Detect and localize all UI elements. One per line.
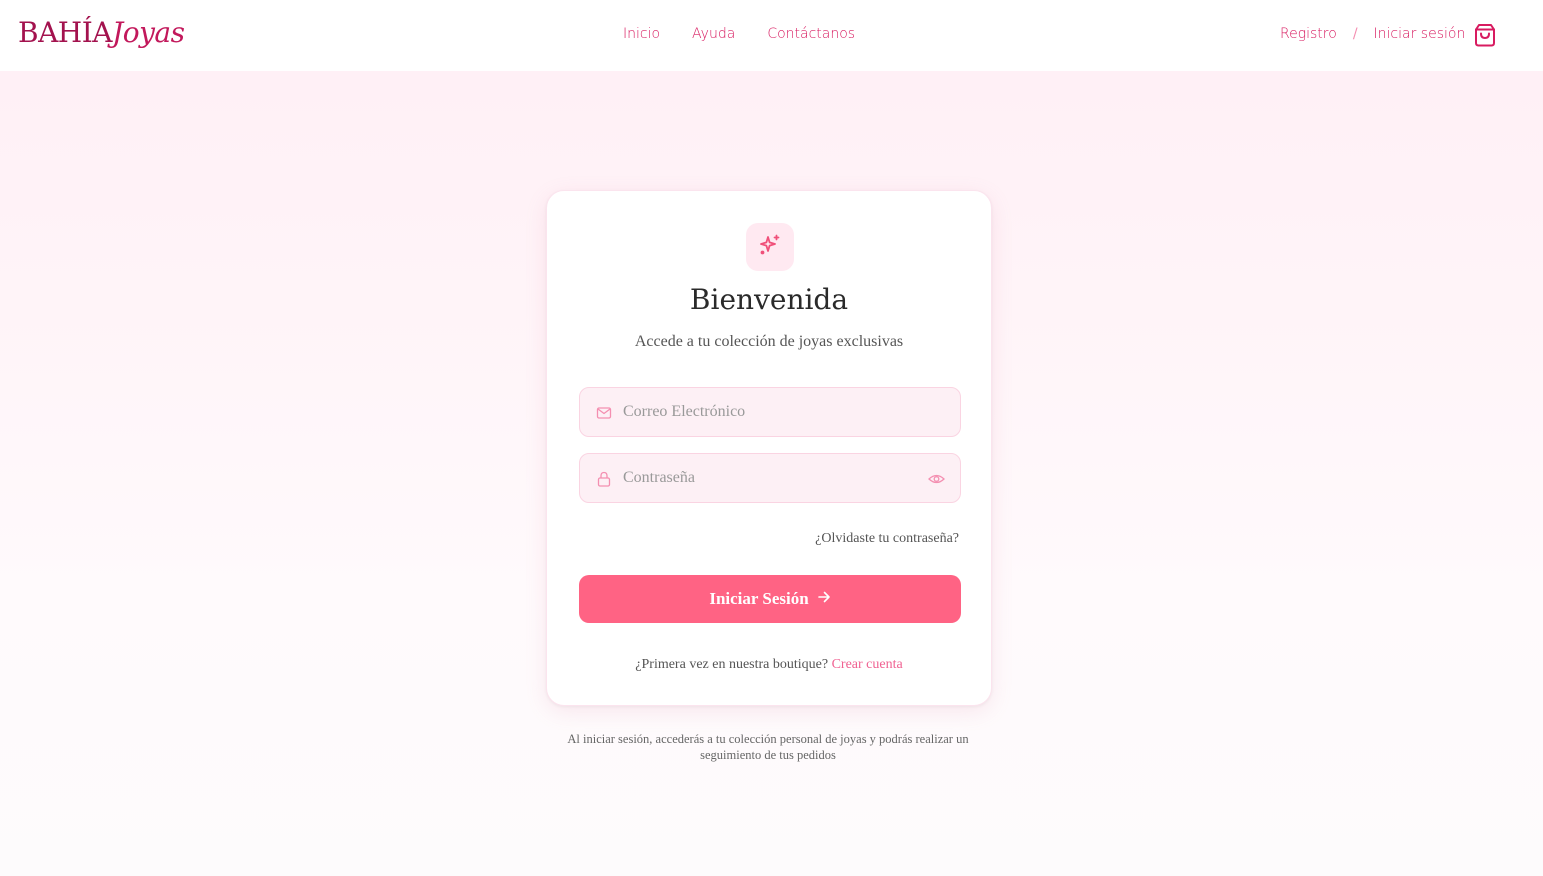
arrow-right-icon (817, 589, 831, 609)
register-link[interactable]: Registro (1280, 26, 1337, 42)
signup-prompt: ¿Primera vez en nuestra boutique? (635, 657, 829, 672)
login-footnote: Al iniciar sesión, accederás a tu colecc… (567, 732, 969, 762)
main-nav: Inicio Ayuda Contáctanos (623, 26, 855, 42)
login-card: Bienvenida Accede a tu colección de joya… (546, 190, 992, 706)
submit-label: Iniciar Sesión (709, 589, 809, 608)
logo-primary-text: BAHÍA (18, 16, 113, 49)
sparkles-badge (746, 223, 794, 271)
nav-link-ayuda[interactable]: Ayuda (692, 26, 735, 42)
sparkles-icon (758, 233, 782, 262)
top-navbar: BAHÍAJoyas Inicio Ayuda Contáctanos Regi… (0, 0, 1543, 71)
welcome-title: Bienvenida (689, 283, 849, 316)
nav-link-contactanos[interactable]: Contáctanos (767, 26, 855, 42)
email-field (579, 387, 961, 437)
login-link[interactable]: Iniciar sesión (1374, 26, 1466, 42)
welcome-subtitle: Accede a tu colección de joyas exclusiva… (634, 333, 904, 350)
auth-links: Registro / Iniciar sesión (1280, 26, 1465, 42)
nav-link-inicio[interactable]: Inicio (623, 26, 660, 42)
create-account-link[interactable]: Crear cuenta (832, 657, 903, 672)
eye-icon[interactable] (928, 471, 945, 487)
auth-separator: / (1352, 26, 1358, 42)
forgot-password-link[interactable]: ¿Olvidaste tu contraseña? (815, 531, 959, 547)
logo-secondary-text: Joyas (112, 16, 185, 49)
brand-logo[interactable]: BAHÍAJoyas (18, 16, 185, 49)
mail-icon (596, 405, 612, 421)
email-input[interactable] (623, 388, 923, 436)
password-field (579, 453, 961, 503)
shopping-bag-icon[interactable] (1474, 23, 1496, 47)
lock-icon (596, 471, 612, 487)
login-submit-button[interactable]: Iniciar Sesión (579, 575, 961, 623)
password-input[interactable] (623, 454, 923, 502)
signup-row: ¿Primera vez en nuestra boutique? Crear … (547, 657, 991, 673)
